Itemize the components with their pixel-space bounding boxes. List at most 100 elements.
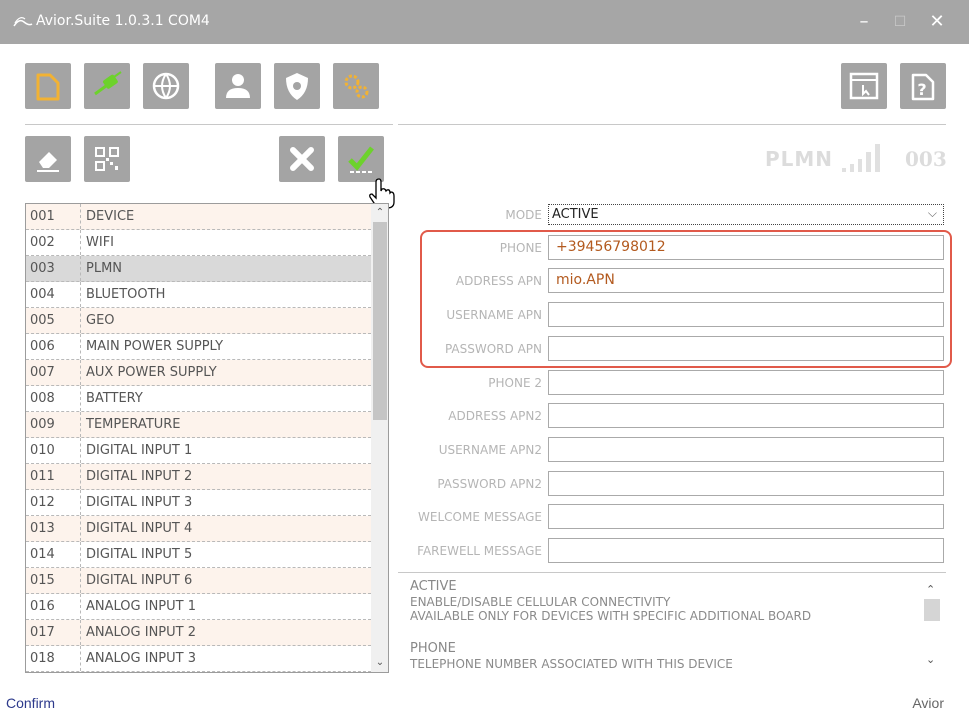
list-item[interactable]: 012 DIGITAL INPUT 3 xyxy=(26,490,371,516)
cancel-x-icon xyxy=(290,147,314,171)
divider xyxy=(25,124,393,125)
confirm-button[interactable] xyxy=(338,136,384,182)
list-item[interactable]: 009 TEMPERATURE xyxy=(26,412,371,438)
column-separator xyxy=(80,568,81,593)
field-label: ADDRESS APN2 xyxy=(448,409,542,423)
help-button[interactable]: ? xyxy=(900,63,946,109)
divider xyxy=(398,124,946,125)
new-file-button[interactable] xyxy=(25,63,71,109)
list-item[interactable]: 007 AUX POWER SUPPLY xyxy=(26,360,371,386)
list-item[interactable]: 002 WIFI xyxy=(26,230,371,256)
list-item-number: 008 xyxy=(30,391,55,406)
list-item-number: 003 xyxy=(30,261,55,276)
list-item-number: 009 xyxy=(30,417,55,432)
field-label: PHONE 2 xyxy=(488,376,542,390)
erase-button[interactable] xyxy=(25,136,71,182)
text-field[interactable] xyxy=(548,437,944,462)
list-item[interactable]: 011 DIGITAL INPUT 2 xyxy=(26,464,371,490)
qr-code-button[interactable] xyxy=(84,136,130,182)
network-button[interactable] xyxy=(143,63,189,109)
security-button[interactable] xyxy=(274,63,320,109)
list-item-label: ANALOG INPUT 1 xyxy=(86,599,196,614)
column-separator xyxy=(80,308,81,333)
help-icon: ? xyxy=(911,73,935,101)
list-item[interactable]: 015 DIGITAL INPUT 6 xyxy=(26,568,371,594)
column-separator xyxy=(80,334,81,359)
list-item[interactable]: 013 DIGITAL INPUT 4 xyxy=(26,516,371,542)
section-name: PLMN xyxy=(765,147,834,171)
app-logo-icon xyxy=(13,17,33,27)
section-number: 003 xyxy=(905,147,947,171)
window-cursor-button[interactable] xyxy=(841,63,887,109)
list-item[interactable]: 003 PLMN xyxy=(26,256,371,282)
settings-button[interactable] xyxy=(333,63,379,109)
list-item[interactable]: 018 ANALOG INPUT 3 xyxy=(26,646,371,672)
list-item-label: BATTERY xyxy=(86,391,143,406)
text-field[interactable] xyxy=(548,471,944,496)
list-item-label: DIGITAL INPUT 4 xyxy=(86,521,193,536)
list-scrollbar-thumb[interactable] xyxy=(373,222,387,420)
gears-icon xyxy=(344,74,369,99)
list-item-label: DIGITAL INPUT 5 xyxy=(86,547,193,562)
close-button[interactable]: ✕ xyxy=(922,8,952,36)
field-label: USERNAME APN2 xyxy=(438,443,542,457)
list-item-label: PLMN xyxy=(86,261,123,276)
help-scrollbar-thumb[interactable] xyxy=(924,599,940,621)
list-item-label: DIGITAL INPUT 3 xyxy=(86,495,193,510)
new-file-icon xyxy=(36,73,60,101)
column-separator xyxy=(80,282,81,307)
text-field[interactable] xyxy=(548,504,944,529)
list-item-label: AUX POWER SUPPLY xyxy=(86,365,217,380)
minimize-button[interactable]: – xyxy=(849,8,879,36)
list-item[interactable]: 004 BLUETOOTH xyxy=(26,282,371,308)
list-item-number: 001 xyxy=(30,209,55,224)
signal-strength-icon xyxy=(842,144,880,172)
list-item[interactable]: 014 DIGITAL INPUT 5 xyxy=(26,542,371,568)
list-item[interactable]: 016 ANALOG INPUT 1 xyxy=(26,594,371,620)
title-bar: Avior.Suite 1.0.3.1 COM4 – ☐ ✕ xyxy=(0,0,969,44)
status-brand: Avior xyxy=(912,695,944,711)
confirm-check-icon xyxy=(348,146,374,173)
scroll-up-icon[interactable]: ⌃ xyxy=(373,206,387,220)
column-separator xyxy=(80,360,81,385)
list-item[interactable]: 008 BATTERY xyxy=(26,386,371,412)
svg-text:?: ? xyxy=(917,80,926,99)
list-item-number: 005 xyxy=(30,313,55,328)
column-separator xyxy=(80,438,81,463)
list-item-label: DIGITAL INPUT 2 xyxy=(86,469,193,484)
list-item-label: GEO xyxy=(86,313,115,328)
list-item[interactable]: 017 ANALOG INPUT 2 xyxy=(26,620,371,646)
chevron-down-icon[interactable]: ⌄ xyxy=(926,653,935,666)
list-item-number: 017 xyxy=(30,625,55,640)
globe-network-icon xyxy=(152,72,180,100)
maximize-button[interactable]: ☐ xyxy=(885,8,915,36)
text-field[interactable] xyxy=(548,538,944,563)
mode-select[interactable]: ACTIVE ⌵ xyxy=(548,204,944,225)
list-item-label: DIGITAL INPUT 1 xyxy=(86,443,193,458)
user-button[interactable] xyxy=(215,63,261,109)
list-item[interactable]: 005 GEO xyxy=(26,308,371,334)
highlight-box xyxy=(420,230,952,368)
list-item[interactable]: 010 DIGITAL INPUT 1 xyxy=(26,438,371,464)
list-item-label: TEMPERATURE xyxy=(86,417,181,432)
scroll-down-icon[interactable]: ⌄ xyxy=(373,656,387,670)
text-field[interactable] xyxy=(548,403,944,428)
list-item[interactable]: 001 DEVICE xyxy=(26,204,371,230)
usb-connect-button[interactable] xyxy=(84,63,130,109)
window-cursor-icon xyxy=(849,72,879,100)
text-field[interactable] xyxy=(548,370,944,395)
cancel-button[interactable] xyxy=(279,136,325,182)
section-list: 001 DEVICE 002 WIFI 003 PLMN 004 BLUETOOTH 005 GE… xyxy=(25,203,389,673)
list-item-label: ANALOG INPUT 3 xyxy=(86,651,196,666)
help-line: AVAILABLE ONLY FOR DEVICES WITH SPECIFIC… xyxy=(410,609,812,623)
list-item[interactable]: 006 MAIN POWER SUPPLY xyxy=(26,334,371,360)
user-icon xyxy=(226,74,250,98)
help-line: PHONE xyxy=(410,641,456,656)
list-item-label: BLUETOOTH xyxy=(86,287,166,302)
column-separator xyxy=(80,620,81,645)
column-separator xyxy=(80,490,81,515)
status-text: Confirm xyxy=(6,695,56,711)
chevron-up-icon[interactable]: ⌃ xyxy=(926,583,935,596)
list-item-number: 015 xyxy=(30,573,55,588)
help-line: ACTIVE xyxy=(410,579,457,594)
